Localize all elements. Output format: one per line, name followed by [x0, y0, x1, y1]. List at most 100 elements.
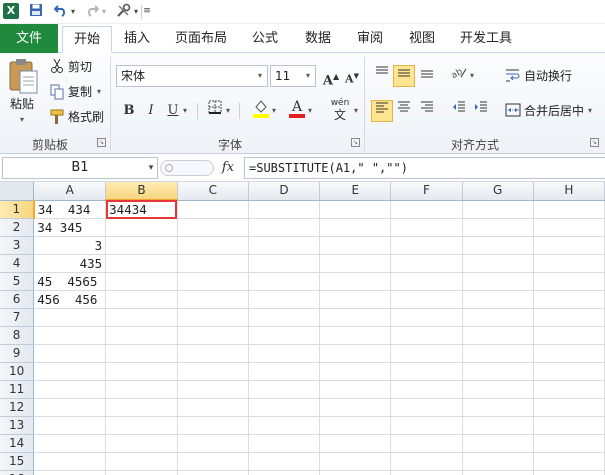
merge-center-button[interactable]: 合并后居中 [524, 100, 584, 122]
row-header[interactable]: 16 [0, 470, 35, 475]
italic-button[interactable]: I [140, 100, 162, 122]
cell-g5[interactable] [462, 272, 534, 291]
cell-a2[interactable]: 34 345 [33, 218, 107, 237]
tab-view[interactable]: 视图 [402, 26, 442, 53]
cell-d14[interactable] [248, 434, 321, 453]
cell-d8[interactable] [248, 326, 321, 345]
cell-b11[interactable] [105, 380, 178, 399]
borders-icon[interactable] [204, 100, 226, 122]
cell-a16[interactable] [33, 470, 107, 475]
cell-e14[interactable] [319, 434, 392, 453]
row-header[interactable]: 11 [0, 380, 35, 399]
cell-h11[interactable] [533, 380, 605, 399]
cell-f8[interactable] [390, 326, 463, 345]
name-box[interactable]: B1 [2, 157, 158, 179]
cell-e5[interactable] [319, 272, 392, 291]
cell-e11[interactable] [319, 380, 392, 399]
cell-f16[interactable] [390, 470, 463, 475]
cell-d1[interactable] [248, 200, 321, 219]
cell-g2[interactable] [462, 218, 534, 237]
cell-e9[interactable] [319, 344, 392, 363]
cell-f11[interactable] [390, 380, 463, 399]
cell-e12[interactable] [319, 398, 392, 417]
cell-f9[interactable] [390, 344, 463, 363]
orientation-dropdown-icon[interactable]: ▾ [470, 65, 474, 87]
column-header-b[interactable]: B [105, 182, 178, 201]
cell-f2[interactable] [390, 218, 463, 237]
cell-d15[interactable] [248, 452, 321, 471]
cell-d13[interactable] [248, 416, 321, 435]
cell-a9[interactable] [33, 344, 107, 363]
cell-f10[interactable] [390, 362, 463, 381]
cell-c1[interactable] [177, 200, 249, 219]
cell-g9[interactable] [462, 344, 534, 363]
format-painter-button[interactable]: 格式刷 [68, 106, 104, 128]
merge-dropdown-icon[interactable]: ▾ [588, 100, 592, 122]
paste-button[interactable]: 粘贴 [10, 93, 40, 115]
cell-c6[interactable] [177, 290, 249, 309]
row-header[interactable]: 6 [0, 290, 35, 309]
cell-b5[interactable] [105, 272, 178, 291]
cell-e16[interactable] [319, 470, 392, 475]
cell-g13[interactable] [462, 416, 534, 435]
row-header[interactable]: 9 [0, 344, 35, 363]
cell-a8[interactable] [33, 326, 107, 345]
row-header[interactable]: 3 [0, 236, 35, 255]
cell-b6[interactable] [105, 290, 178, 309]
cell-a4[interactable]: 435 [33, 254, 107, 273]
cell-g1[interactable] [462, 200, 534, 219]
underline-button[interactable]: U [162, 100, 184, 122]
cell-g10[interactable] [462, 362, 534, 381]
cell-h13[interactable] [533, 416, 605, 435]
cell-f5[interactable] [390, 272, 463, 291]
cell-d10[interactable] [248, 362, 321, 381]
copy-button[interactable]: 复制 [68, 81, 92, 103]
tab-home[interactable]: 开始 [62, 26, 112, 53]
row-header[interactable]: 12 [0, 398, 35, 417]
align-top-icon[interactable] [371, 65, 393, 87]
row-header[interactable]: 1 [0, 200, 35, 219]
undo-dropdown-icon[interactable]: ▾ [68, 3, 78, 20]
cell-h1[interactable] [533, 200, 605, 219]
cell-b1[interactable]: 34434 [105, 200, 178, 219]
cell-h14[interactable] [533, 434, 605, 453]
cell-b10[interactable] [105, 362, 178, 381]
orientation-icon[interactable]: ab [448, 65, 470, 87]
cell-a12[interactable] [33, 398, 107, 417]
clipboard-dialog-launcher-icon[interactable]: ↘ [97, 138, 106, 147]
align-center-icon[interactable] [393, 100, 415, 122]
cell-f6[interactable] [390, 290, 463, 309]
insert-function-button[interactable]: fx [218, 158, 238, 178]
cell-b4[interactable] [105, 254, 178, 273]
cell-h12[interactable] [533, 398, 605, 417]
cell-b16[interactable] [105, 470, 178, 475]
row-header[interactable]: 5 [0, 272, 35, 291]
cell-d5[interactable] [248, 272, 321, 291]
cell-h10[interactable] [533, 362, 605, 381]
cell-b13[interactable] [105, 416, 178, 435]
row-header[interactable]: 10 [0, 362, 35, 381]
cell-d4[interactable] [248, 254, 321, 273]
cell-c2[interactable] [177, 218, 249, 237]
cell-g12[interactable] [462, 398, 534, 417]
cell-a14[interactable] [33, 434, 107, 453]
cell-g8[interactable] [462, 326, 534, 345]
column-header-e[interactable]: E [319, 182, 392, 201]
cell-a1[interactable]: 34 434 [33, 200, 107, 219]
tab-page-layout[interactable]: 页面布局 [170, 26, 232, 53]
cell-g6[interactable] [462, 290, 534, 309]
font-color-icon[interactable]: A [286, 98, 308, 120]
cell-d16[interactable] [248, 470, 321, 475]
tools-dropdown-icon[interactable]: ▾ [132, 3, 140, 20]
cell-d3[interactable] [248, 236, 321, 255]
cell-c15[interactable] [177, 452, 249, 471]
cell-d7[interactable] [248, 308, 321, 327]
cell-c12[interactable] [177, 398, 249, 417]
row-header[interactable]: 7 [0, 308, 35, 327]
cell-c7[interactable] [177, 308, 249, 327]
wrap-text-button[interactable]: 自动换行 [524, 65, 572, 87]
cell-c5[interactable] [177, 272, 249, 291]
tools-icon[interactable] [114, 3, 132, 20]
cell-d12[interactable] [248, 398, 321, 417]
cell-c14[interactable] [177, 434, 249, 453]
